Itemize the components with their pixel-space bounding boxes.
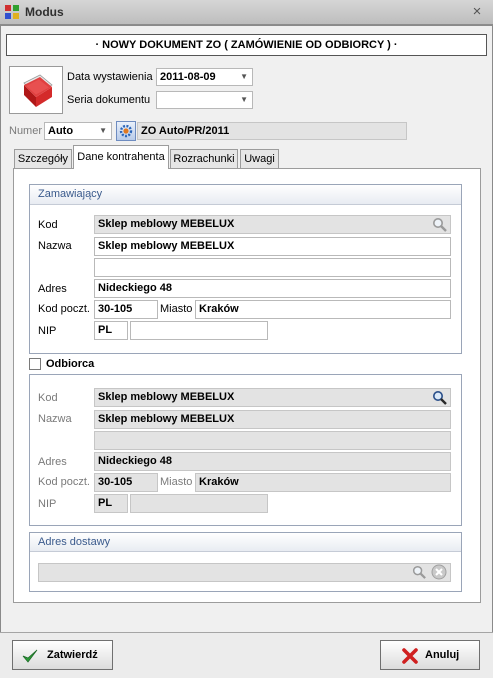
confirm-button[interactable]: Zatwierdź (12, 640, 113, 670)
cancel-label: Anuluj (425, 649, 460, 661)
document-icon-button[interactable] (9, 66, 63, 114)
series-label: Seria dokumentu (67, 94, 151, 106)
gear-icon (119, 124, 133, 138)
checkmark-icon (22, 649, 38, 663)
numer-mode-value: Auto (48, 125, 74, 137)
zam-nip-prefix-field[interactable]: PL (94, 321, 128, 340)
numer-value: ZO Auto/PR/2011 (137, 122, 407, 140)
date-label: Data wystawienia (67, 71, 153, 83)
odb-adres-label: Adres (38, 456, 67, 468)
active-tab-joint (74, 167, 168, 170)
group-adres-dostawy-title: Adres dostawy (30, 533, 461, 552)
search-icon[interactable] (432, 217, 448, 233)
odb-nazwa-label: Nazwa (38, 413, 72, 425)
odb-nazwa-field[interactable]: Sklep meblowy MEBELUX (94, 410, 451, 429)
search-icon[interactable] (412, 565, 427, 580)
odb-nip-field[interactable] (130, 494, 268, 513)
odb-kod-value: Sklep meblowy MEBELUX (98, 391, 235, 403)
tab-rozrachunki[interactable]: Rozrachunki (170, 149, 238, 170)
odb-kod-field[interactable]: Sklep meblowy MEBELUX (94, 388, 451, 407)
zam-miasto-field[interactable]: Kraków (195, 300, 451, 319)
odb-kod-label: Kod (38, 392, 58, 404)
zam-nip-field[interactable] (130, 321, 268, 340)
date-value: 2011-08-09 (160, 71, 216, 83)
zam-kod-value: Sklep meblowy MEBELUX (98, 218, 235, 230)
zam-nazwa-field[interactable]: Sklep meblowy MEBELUX (94, 237, 451, 256)
adres-dostawy-field[interactable] (38, 563, 451, 582)
title-bar: Modus × (0, 0, 493, 25)
zam-adres-field[interactable]: Nideckiego 48 (94, 279, 451, 298)
zam-nazwa-label: Nazwa (38, 240, 72, 252)
zam-kod-pocz-label: Kod poczt. (38, 303, 90, 315)
odbiorca-checkbox[interactable] (29, 358, 41, 370)
cancel-button[interactable]: Anuluj (380, 640, 480, 670)
chevron-down-icon[interactable]: ▼ (240, 69, 248, 85)
book-icon (23, 74, 53, 107)
date-field[interactable]: 2011-08-09 ▼ (156, 68, 253, 86)
close-icon (402, 648, 418, 664)
app-icon (4, 4, 20, 20)
odb-kod-pocz-field[interactable]: 30-105 (94, 473, 158, 492)
zam-nazwa2-field[interactable] (94, 258, 451, 277)
odb-miasto-label: Miasto (160, 476, 193, 488)
zam-kod-field[interactable]: Sklep meblowy MEBELUX (94, 215, 451, 234)
close-button[interactable]: × (468, 3, 486, 21)
chevron-down-icon[interactable]: ▼ (99, 123, 107, 139)
odbiorca-label: Odbiorca (46, 358, 95, 370)
confirm-label: Zatwierdź (47, 649, 98, 661)
odb-nazwa2-field[interactable] (94, 431, 451, 450)
zam-miasto-label: Miasto (160, 303, 193, 315)
zam-kod-label: Kod (38, 219, 58, 231)
numer-mode-select[interactable]: Auto ▼ (44, 122, 112, 140)
zam-adres-label: Adres (38, 283, 67, 295)
odb-kod-pocz-label: Kod poczt. (38, 476, 90, 488)
zam-nip-label: NIP (38, 325, 57, 337)
tab-dane-kontrahenta[interactable]: Dane kontrahenta (73, 145, 169, 169)
group-adres-dostawy: Adres dostawy (29, 532, 462, 592)
odb-nip-prefix-field[interactable]: PL (94, 494, 128, 513)
series-field[interactable]: ▼ (156, 91, 253, 109)
odb-nip-label: NIP (38, 498, 57, 510)
chevron-down-icon[interactable]: ▼ (240, 92, 248, 108)
tab-szczegoly[interactable]: Szczegóły (14, 149, 72, 170)
clear-icon[interactable] (431, 564, 447, 580)
search-icon[interactable] (432, 390, 448, 406)
group-zamawiajacy-title: Zamawiający (30, 185, 461, 205)
window-title: Modus (25, 5, 64, 19)
zam-kod-pocz-field[interactable]: 30-105 (94, 300, 158, 319)
tab-uwagi[interactable]: Uwagi (240, 149, 279, 170)
numer-label: Numer (9, 125, 43, 137)
odb-miasto-field[interactable]: Kraków (195, 473, 451, 492)
numer-settings-button[interactable] (116, 121, 136, 141)
document-header: · NOWY DOKUMENT ZO ( ZAMÓWIENIE OD ODBIO… (6, 34, 487, 56)
odb-adres-field[interactable]: Nideckiego 48 (94, 452, 451, 471)
